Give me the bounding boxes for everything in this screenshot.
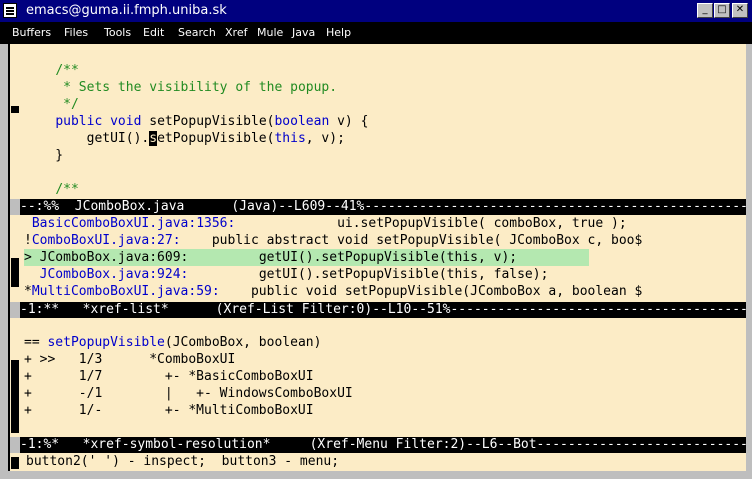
- xref-list-scrollbar[interactable]: [10, 215, 20, 302]
- window-title: emacs@guma.ii.fmph.uniba.sk: [26, 3, 227, 18]
- xref-list-buffer[interactable]: BasicComboBoxUI.java:1356: ui.setPopupVi…: [20, 215, 746, 302]
- echo-area-text: button2(' ') - inspect; button3 - menu;: [26, 454, 340, 469]
- xref-list-item-selected[interactable]: > JComboBox.java:609: getUI().setPopupVi…: [24, 249, 589, 266]
- source-scrollbar[interactable]: [10, 44, 20, 199]
- mode-line-source[interactable]: --:%% JComboBox.java (Java)--L609--41%--…: [20, 199, 746, 215]
- menu-files[interactable]: Files: [64, 26, 88, 40]
- echo-scroll-thumb: [11, 457, 19, 469]
- code-line: getUI().setPopupVisible(this, v);: [24, 131, 345, 146]
- text-cursor: s: [149, 131, 158, 146]
- frame-bottom-border: [0, 471, 752, 479]
- close-button[interactable]: ✕: [732, 3, 748, 18]
- minimize-button[interactable]: _: [697, 3, 713, 18]
- resolution-row[interactable]: + >> 1/3 *ComboBoxUI: [24, 351, 235, 368]
- menu-xref[interactable]: Xref: [225, 26, 247, 40]
- window-menu-icon[interactable]: [3, 3, 17, 18]
- xref-symbol-resolution-buffer[interactable]: == setPopupVisible(JComboBox, boolean) +…: [20, 318, 746, 437]
- resolution-header: == setPopupVisible(JComboBox, boolean): [24, 335, 322, 350]
- mode-line-xref-list[interactable]: -1:** *xref-list* (Xref-List Filter:0)--…: [20, 302, 746, 318]
- xref-list-item[interactable]: BasicComboBoxUI.java:1356: ui.setPopupVi…: [24, 215, 627, 232]
- menu-mule[interactable]: Mule: [257, 26, 283, 40]
- maximize-button[interactable]: □: [714, 3, 730, 18]
- menu-help[interactable]: Help: [326, 26, 351, 40]
- resolution-scrollbar[interactable]: [10, 318, 20, 437]
- code-line: }: [24, 148, 64, 163]
- menu-bar: Buffers Files Tools Edit Search Xref Mul…: [0, 22, 752, 44]
- xref-list-item[interactable]: !ComboBoxUI.java:27: public abstract voi…: [24, 232, 642, 249]
- resolution-scroll-thumb[interactable]: [11, 360, 19, 433]
- xref-list-item[interactable]: *MultiComboBoxUI.java:59: public void se…: [24, 283, 642, 300]
- menu-java[interactable]: Java: [292, 26, 315, 40]
- emacs-window: emacs@guma.ii.fmph.uniba.sk _ □ ✕ Buffer…: [0, 0, 752, 479]
- menu-edit[interactable]: Edit: [143, 26, 164, 40]
- echo-scrollbar: [10, 453, 20, 471]
- mode-line-resolution[interactable]: -1:%* *xref-symbol-resolution* (Xref-Men…: [20, 437, 746, 453]
- xref-list-scroll-thumb[interactable]: [11, 258, 19, 287]
- echo-area: button2(' ') - inspect; button3 - menu;: [20, 453, 746, 471]
- code-line: * Sets the visibility of the popup.: [55, 80, 338, 95]
- resolution-row[interactable]: + -/1 | +- WindowsComboBoxUI: [24, 385, 353, 402]
- frame-right-border: [746, 44, 752, 479]
- source-buffer[interactable]: /** * Sets the visibility of the popup. …: [20, 44, 746, 199]
- source-scroll-thumb[interactable]: [11, 106, 19, 113]
- code-line: /**: [55, 182, 79, 197]
- title-bar[interactable]: emacs@guma.ii.fmph.uniba.sk _ □ ✕: [0, 0, 752, 22]
- code-line: public void setPopupVisible(boolean v) {: [55, 114, 369, 129]
- resolution-row[interactable]: + 1/7 +- *BasicComboBoxUI: [24, 368, 314, 385]
- xref-list-item[interactable]: JComboBox.java:924: getUI().setPopupVisi…: [24, 266, 549, 283]
- code-line: /**: [55, 63, 79, 78]
- menu-buffers[interactable]: Buffers: [12, 26, 51, 40]
- code-line: */: [55, 97, 79, 112]
- menu-tools[interactable]: Tools: [104, 26, 131, 40]
- menu-search[interactable]: Search: [178, 26, 216, 40]
- resolution-row[interactable]: + 1/- +- *MultiComboBoxUI: [24, 402, 314, 419]
